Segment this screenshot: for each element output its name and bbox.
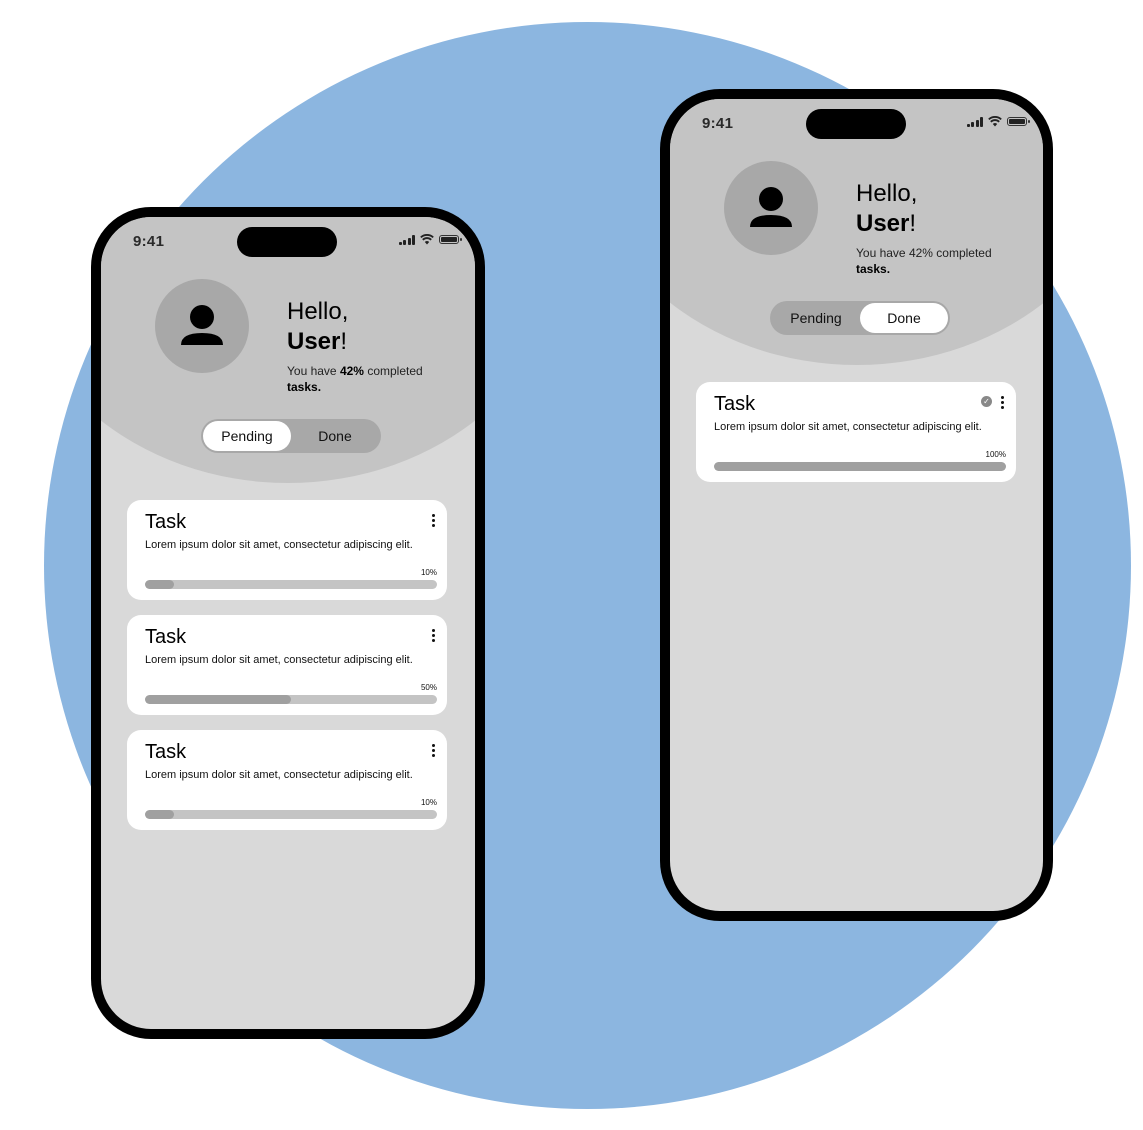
task-progress-bar <box>145 695 437 704</box>
phone-screen: 9:41 Hello, User! You have 42% completed… <box>101 217 475 1029</box>
user-avatar[interactable] <box>155 279 249 373</box>
greeting-block: Hello, User! You have 42% completed tasks… <box>856 179 1026 277</box>
dynamic-island <box>806 109 906 139</box>
task-progress-fill <box>145 695 291 704</box>
task-card[interactable]: Task Lorem ipsum dolor sit amet, consect… <box>127 730 447 830</box>
status-icons <box>966 116 1030 127</box>
greeting-hello: Hello, <box>287 298 349 325</box>
summary-tasks: tasks. <box>287 380 322 394</box>
greeting-user: User! <box>287 327 457 357</box>
task-progress-label: 100% <box>985 450 1006 459</box>
task-card[interactable]: Task Lorem ipsum dolor sit amet, consect… <box>127 500 447 600</box>
task-progress-fill <box>145 580 175 589</box>
greeting-exclaim: ! <box>909 210 917 237</box>
kebab-menu-icon[interactable] <box>432 744 435 757</box>
task-title: Task <box>145 741 187 763</box>
task-filter-toggle: Pending Done <box>770 301 950 335</box>
task-title: Task <box>145 511 187 533</box>
kebab-menu-icon[interactable] <box>432 629 435 642</box>
wifi-icon <box>988 116 1002 127</box>
cellular-signal-icon <box>398 234 415 245</box>
task-title: Task <box>145 626 187 648</box>
tab-done[interactable]: Done <box>860 303 948 333</box>
wifi-icon <box>420 234 434 245</box>
status-time: 9:41 <box>133 233 165 250</box>
task-progress-fill <box>714 462 1006 471</box>
kebab-menu-icon[interactable] <box>432 514 435 527</box>
greeting-block: Hello, User! You have 42% completed tasks… <box>287 297 457 395</box>
task-progress-label: 10% <box>420 798 437 807</box>
task-list: Task Lorem ipsum dolor sit amet, consect… <box>127 500 447 845</box>
task-progress-bar <box>145 580 437 589</box>
task-progress-label: 50% <box>420 683 437 692</box>
user-avatar[interactable] <box>724 161 818 255</box>
status-time: 9:41 <box>702 115 734 132</box>
tab-done[interactable]: Done <box>291 421 379 451</box>
dynamic-island <box>237 227 337 257</box>
kebab-menu-icon[interactable] <box>1001 396 1004 409</box>
phone-screen: 9:41 Hello, User! You have 42% completed… <box>670 99 1043 911</box>
task-description: Lorem ipsum dolor sit amet, consectetur … <box>145 539 413 551</box>
task-progress-fill <box>145 810 175 819</box>
greeting-hello: Hello, <box>856 180 918 207</box>
greeting-user: User! <box>856 209 1026 239</box>
task-progress-bar <box>714 462 1006 471</box>
completion-summary: You have 42% completed tasks. <box>287 363 457 395</box>
task-progress-label: 10% <box>420 568 437 577</box>
greeting-exclaim: ! <box>340 328 348 355</box>
tab-pending[interactable]: Pending <box>772 303 860 333</box>
user-name: User <box>856 210 910 237</box>
task-list: Task Lorem ipsum dolor sit amet, consect… <box>696 382 1016 497</box>
cellular-signal-icon <box>966 116 983 127</box>
task-title: Task <box>714 393 756 415</box>
phone-mockup-done: 9:41 Hello, User! You have 42% completed… <box>660 89 1053 921</box>
summary-prefix: You have <box>287 364 340 378</box>
task-card[interactable]: Task Lorem ipsum dolor sit amet, consect… <box>696 382 1016 482</box>
status-icons <box>398 234 462 245</box>
task-filter-toggle: Pending Done <box>201 419 381 453</box>
task-description: Lorem ipsum dolor sit amet, consectetur … <box>714 421 982 433</box>
battery-icon <box>1007 117 1030 126</box>
completion-summary: You have 42% completed tasks. <box>856 245 1026 277</box>
user-avatar-icon <box>181 305 223 345</box>
summary-percent: 42% <box>339 364 364 378</box>
summary-tasks: tasks. <box>856 262 891 276</box>
user-avatar-icon <box>750 187 792 227</box>
check-circle-icon: ✓ <box>981 396 992 407</box>
task-description: Lorem ipsum dolor sit amet, consectetur … <box>145 769 413 781</box>
user-name: User <box>287 328 341 355</box>
task-card[interactable]: Task Lorem ipsum dolor sit amet, consect… <box>127 615 447 715</box>
tab-pending[interactable]: Pending <box>203 421 291 451</box>
task-description: Lorem ipsum dolor sit amet, consectetur … <box>145 654 413 666</box>
summary-mid: completed <box>363 364 423 378</box>
battery-icon <box>439 235 462 244</box>
summary-prefix: You have 42% completed <box>856 246 992 260</box>
phone-mockup-pending: 9:41 Hello, User! You have 42% completed… <box>91 207 485 1039</box>
task-progress-bar <box>145 810 437 819</box>
